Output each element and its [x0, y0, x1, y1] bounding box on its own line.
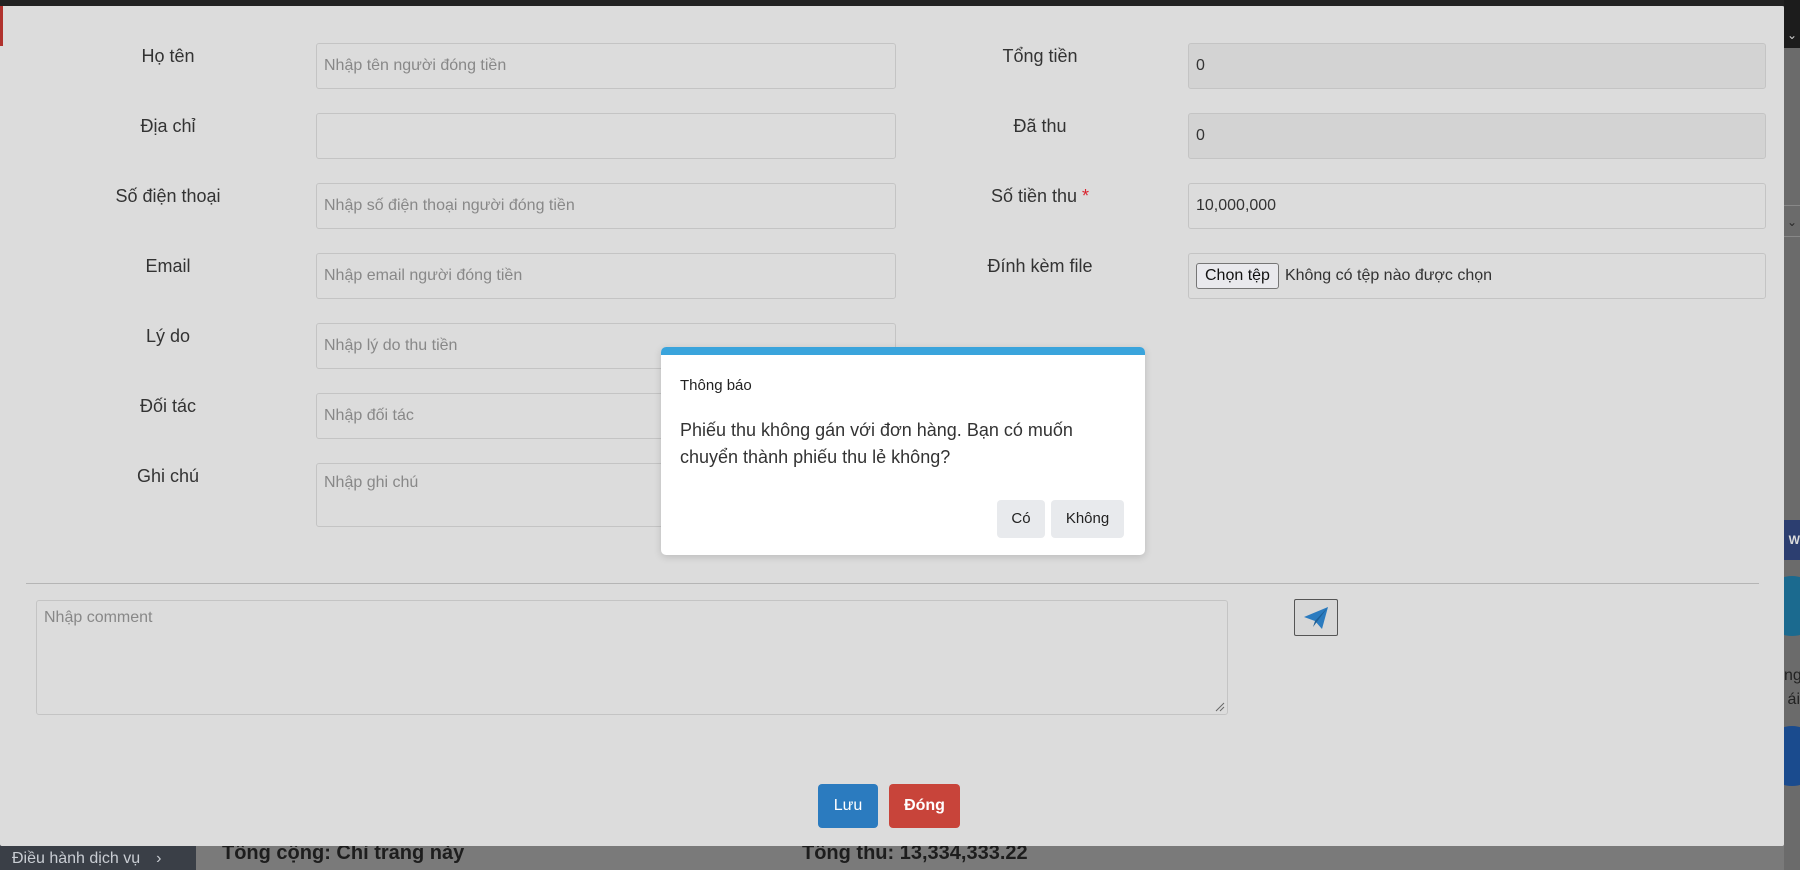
address-input[interactable]: [316, 113, 896, 159]
background-side-text-line: ái: [1787, 691, 1800, 708]
background-badge: W: [1784, 520, 1800, 560]
email-input[interactable]: Nhập email người đóng tiền: [316, 253, 896, 299]
total-label: Tổng tiền: [1002, 46, 1078, 66]
comment-input[interactable]: Nhập comment: [36, 600, 1228, 715]
receipt-modal: Họ tên Nhập tên người đóng tiền Địa chỉ …: [0, 6, 1784, 846]
background-side-text: ng ái: [1784, 664, 1800, 712]
dialog-title: Thông báo: [680, 377, 752, 394]
collected-field: 0: [1188, 113, 1766, 159]
no-button[interactable]: Không: [1051, 500, 1124, 538]
sidebar-item-label: Điều hành dịch vụ: [12, 850, 141, 867]
yes-button[interactable]: Có: [997, 500, 1045, 538]
amount-label: Số tiền thu *: [970, 186, 1110, 207]
comment-placeholder: Nhập comment: [44, 609, 153, 626]
attach-label: Đính kèm file: [987, 256, 1093, 276]
name-label: Họ tên: [141, 46, 195, 66]
dialog-accent-bar: [661, 347, 1145, 355]
partner-label: Đối tác: [139, 396, 197, 416]
dialog-message: Phiếu thu không gán với đơn hàng. Bạn có…: [680, 420, 1073, 467]
resize-grip-icon[interactable]: [1215, 702, 1225, 712]
confirm-dialog: Thông báo Phiếu thu không gán với đơn hà…: [661, 347, 1145, 555]
note-label: Ghi chú: [136, 466, 200, 486]
reason-label: Lý do: [145, 326, 191, 346]
send-comment-button[interactable]: [1294, 599, 1338, 636]
phone-input[interactable]: Nhập số điện thoại người đóng tiền: [316, 183, 896, 229]
divider: [26, 583, 1759, 584]
required-mark: *: [1082, 186, 1090, 206]
background-side-text-line: ng: [1784, 667, 1800, 684]
chevron-down-icon: ⌄: [1784, 205, 1800, 237]
phone-label: Số điện thoại: [115, 186, 221, 206]
file-input: Chọn tệp Không có tệp nào được chọn: [1188, 253, 1766, 299]
chevron-down-icon: ⌄: [1784, 0, 1800, 48]
total-field: 0: [1188, 43, 1766, 89]
paper-plane-icon: [1304, 606, 1328, 629]
amount-input[interactable]: 10,000,000: [1188, 183, 1766, 229]
email-label: Email: [145, 256, 191, 276]
file-status: Không có tệp nào được chọn: [1284, 267, 1493, 284]
left-accent: [0, 6, 3, 46]
amount-label-text: Số tiền thu: [990, 186, 1078, 206]
address-label: Địa chỉ: [140, 116, 196, 136]
choose-file-button[interactable]: Chọn tệp: [1196, 263, 1279, 289]
collected-label: Đã thu: [1013, 116, 1067, 136]
close-button[interactable]: Đóng: [889, 784, 960, 828]
save-button[interactable]: Lưu: [818, 784, 878, 828]
chevron-right-icon: ›: [156, 850, 162, 867]
name-input[interactable]: Nhập tên người đóng tiền: [316, 43, 896, 89]
